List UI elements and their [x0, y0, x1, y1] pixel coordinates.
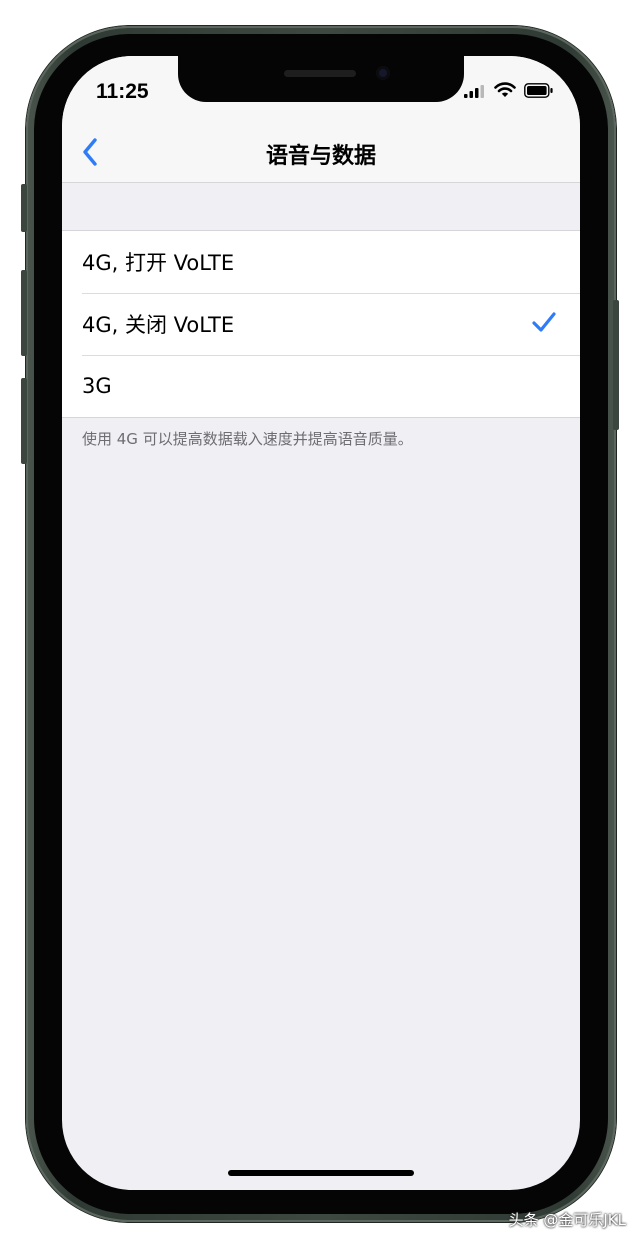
- page-title: 语音与数据: [265, 144, 376, 169]
- front-camera: [376, 66, 390, 80]
- page: 11:25 语音与数据 4G, 打开 VoLTE 4G, 关闭 VoLTE 3G…: [0, 0, 640, 1246]
- speaker-grille: [284, 70, 356, 77]
- option-4g-volte-off[interactable]: 4G, 关闭 VoLTE: [62, 293, 580, 355]
- option-4g-volte-on[interactable]: 4G, 打开 VoLTE: [62, 231, 580, 293]
- notch: [178, 56, 464, 102]
- silent-switch: [21, 184, 27, 232]
- home-indicator[interactable]: [228, 1170, 414, 1176]
- battery-icon: [524, 82, 554, 102]
- volume-up-button: [21, 270, 27, 356]
- footer-note: 使用 4G 可以提高数据载入速度并提高语音质量。: [82, 430, 413, 448]
- watermark: 头条 @金可乐JKL: [508, 1211, 626, 1229]
- option-label: 3G: [82, 374, 112, 398]
- option-label: 4G, 关闭 VoLTE: [82, 313, 235, 337]
- status-icons: [464, 82, 554, 102]
- power-button: [613, 300, 619, 430]
- cellular-signal-icon: [464, 83, 486, 102]
- phone-screen: 11:25 语音与数据 4G, 打开 VoLTE 4G, 关闭 VoLTE 3G…: [62, 56, 580, 1190]
- option-label: 4G, 打开 VoLTE: [82, 251, 235, 275]
- status-time: 11:25: [96, 80, 149, 103]
- navigation-bar: 语音与数据: [62, 128, 580, 183]
- voice-data-options: 4G, 打开 VoLTE 4G, 关闭 VoLTE 3G: [62, 230, 580, 418]
- checkmark-icon: [532, 312, 556, 336]
- wifi-icon: [494, 82, 516, 102]
- option-3g[interactable]: 3G: [62, 355, 580, 417]
- volume-down-button: [21, 378, 27, 464]
